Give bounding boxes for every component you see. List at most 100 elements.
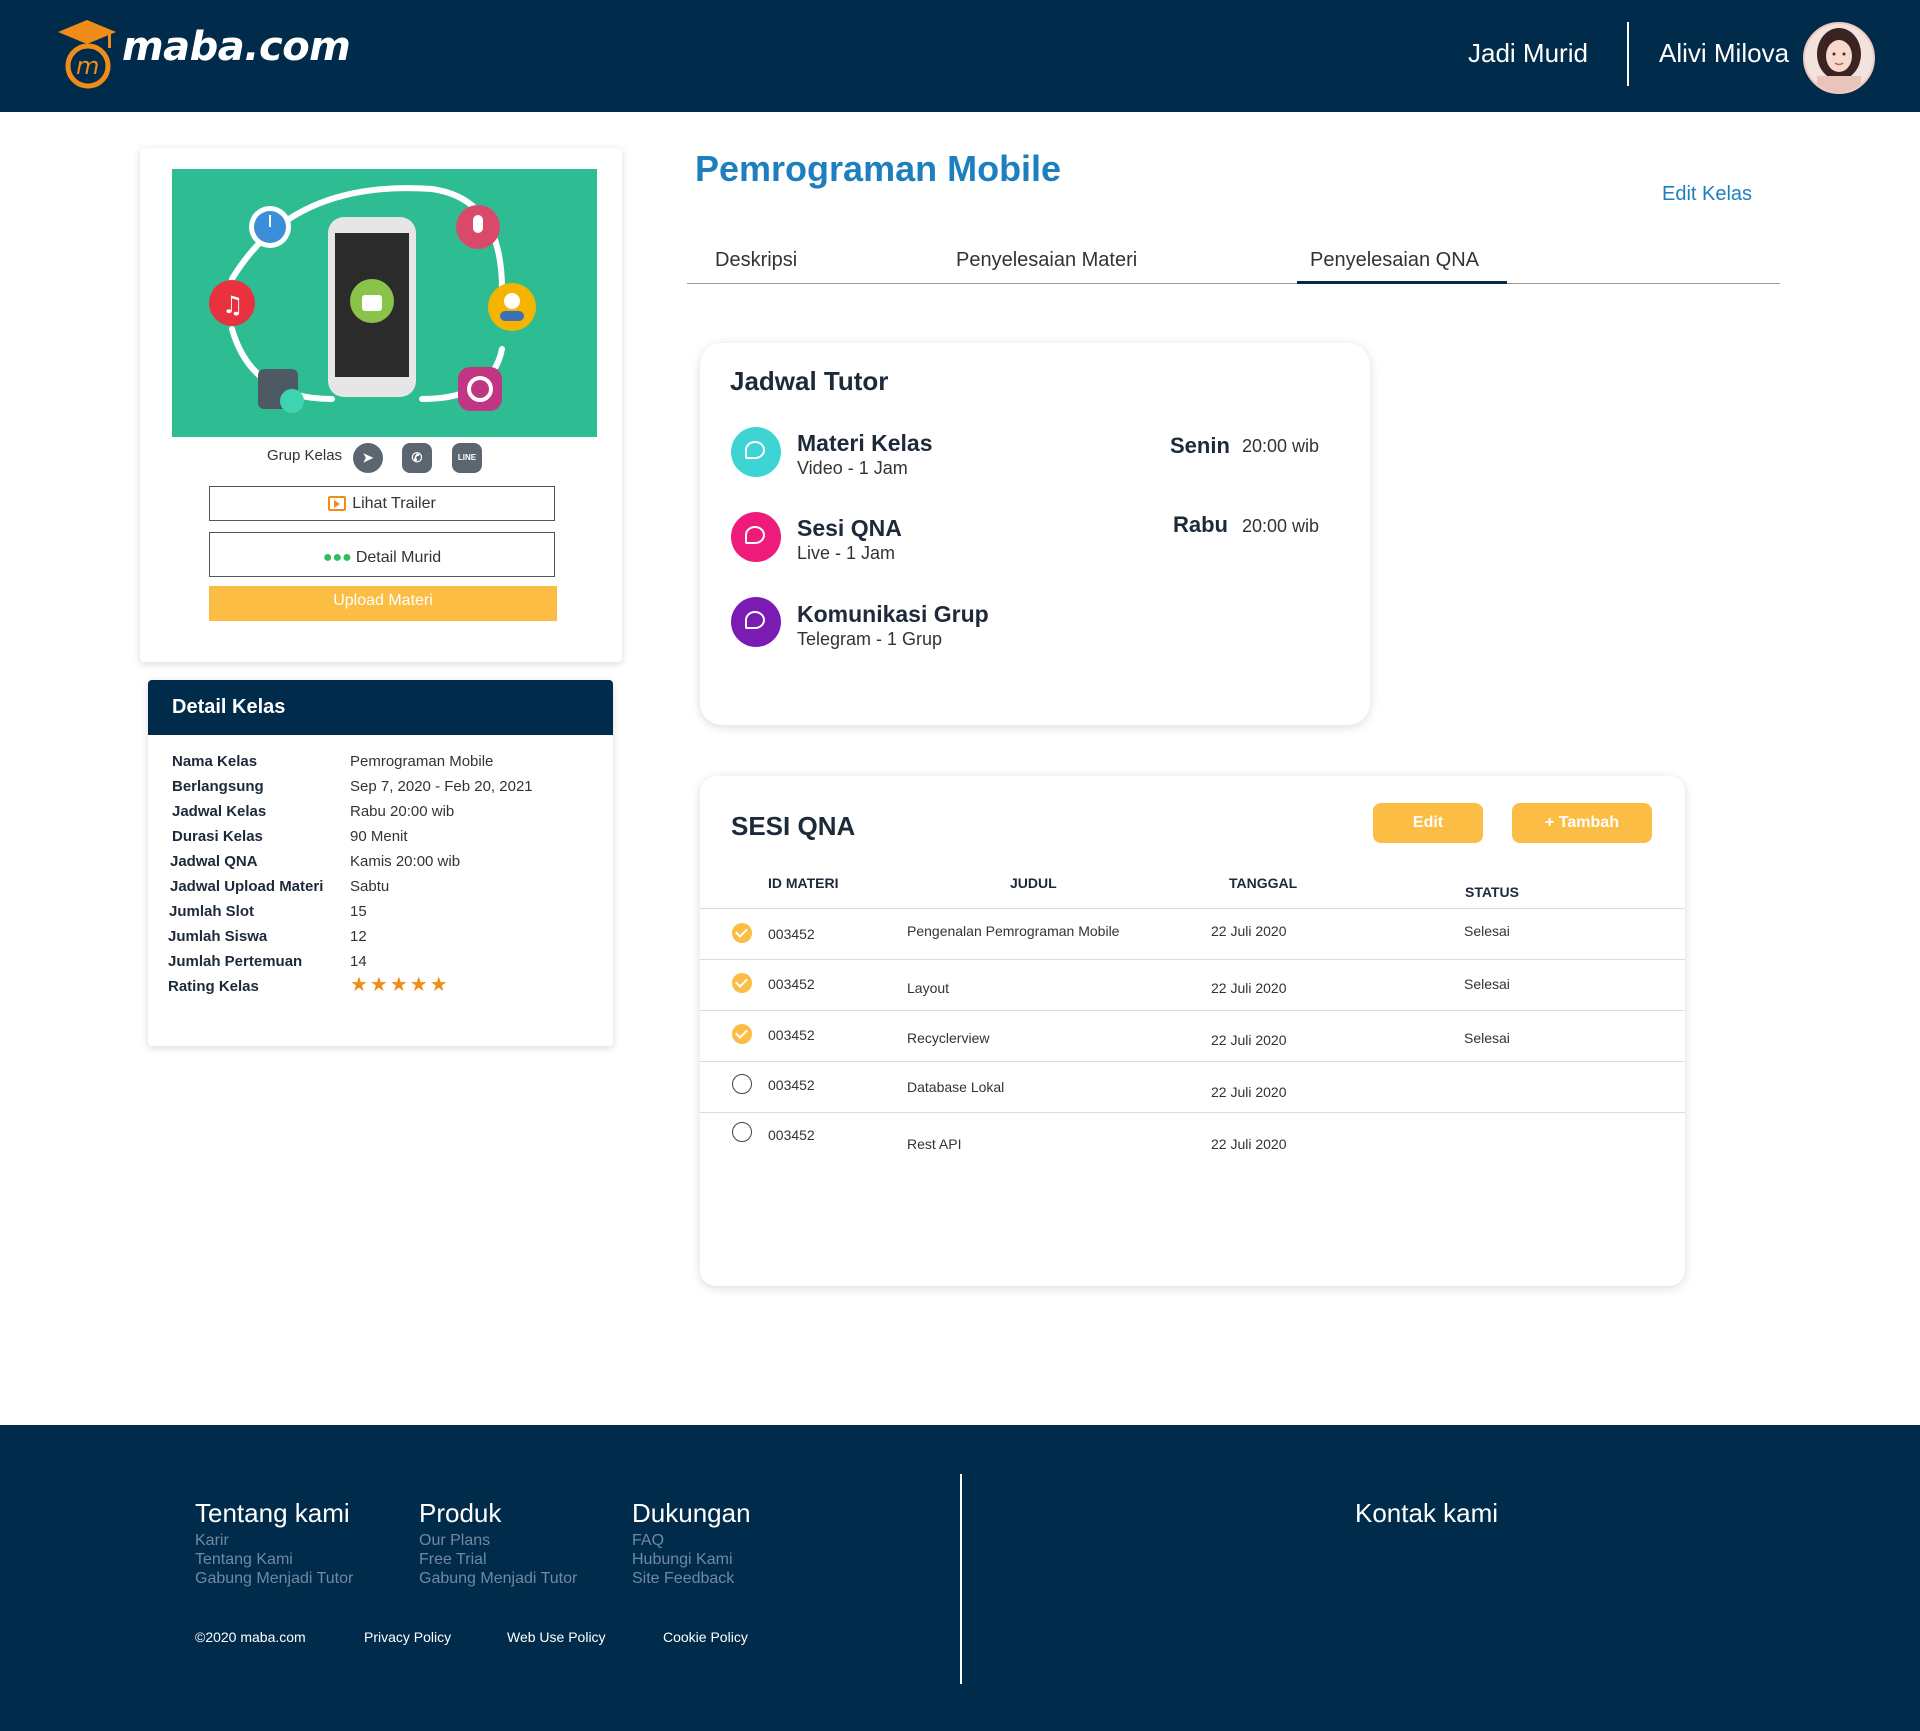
- column-header-status: STATUS: [1465, 884, 1519, 900]
- detail-label: Jumlah Slot: [169, 903, 255, 920]
- tab-deskripsi[interactable]: Deskripsi: [715, 249, 797, 272]
- schedule-name: Sesi QNA: [797, 515, 902, 541]
- telegram-icon[interactable]: ➤: [353, 443, 383, 473]
- row-divider: [700, 1010, 1685, 1011]
- detail-murid-label: Detail Murid: [355, 549, 442, 566]
- column-header-tanggal: TANGGAL: [1229, 875, 1298, 891]
- upload-materi-button[interactable]: Upload Materi: [209, 586, 557, 621]
- row-divider: [700, 1112, 1685, 1113]
- schedule-sub: Video - 1 Jam: [797, 458, 908, 478]
- tab-underline: [687, 283, 1780, 284]
- rating-stars: ★★★★★: [350, 974, 450, 996]
- schedule-sub: Live - 1 Jam: [797, 543, 896, 563]
- row-checkbox[interactable]: [732, 1074, 752, 1094]
- tambah-button[interactable]: + Tambah: [1512, 803, 1652, 843]
- row-checkbox[interactable]: [732, 973, 752, 993]
- schedule-time: 20:00 wib: [1242, 516, 1320, 536]
- table-cell-judul: Rest API: [907, 1136, 962, 1152]
- table-cell-id: 003452: [768, 926, 815, 942]
- schedule-time: 20:00 wib: [1242, 436, 1320, 456]
- footer-link[interactable]: Gabung Menjadi Tutor: [195, 1570, 353, 1588]
- class-banner-image: ♫: [172, 169, 597, 437]
- footer-produk-title: Produk: [419, 1498, 502, 1528]
- detail-label: Nama Kelas: [172, 753, 258, 770]
- table-cell-judul: Layout: [907, 980, 950, 996]
- row-divider: [700, 908, 1685, 909]
- table-cell-id: 003452: [768, 976, 815, 992]
- detail-label: Jadwal Kelas: [172, 803, 267, 820]
- table-cell-tanggal: 22 Juli 2020: [1211, 980, 1287, 996]
- detail-value: 15: [350, 903, 367, 920]
- column-header-id: ID MATERI: [768, 875, 839, 891]
- detail-label: Berlangsung: [172, 778, 264, 795]
- avatar[interactable]: [1803, 22, 1875, 94]
- schedule-sub: Telegram - 1 Grup: [797, 629, 943, 649]
- nav-jadi-murid[interactable]: Jadi Murid: [1468, 38, 1588, 69]
- footer-link[interactable]: Tentang Kami: [195, 1551, 293, 1569]
- table-cell-judul: Database Lokal: [907, 1079, 1005, 1095]
- tab-penyelesaian-materi[interactable]: Penyelesaian Materi: [956, 249, 1137, 272]
- table-cell-judul: Recyclerview: [907, 1030, 990, 1046]
- detail-value: Rabu 20:00 wib: [350, 803, 455, 820]
- tab-penyelesaian-qna[interactable]: Penyelesaian QNA: [1310, 249, 1479, 272]
- schedule-name: Materi Kelas: [797, 430, 933, 456]
- detail-label: Jadwal Upload Materi: [170, 878, 324, 895]
- table-cell-status: Selesai: [1464, 1030, 1510, 1046]
- table-cell-judul: Pengenalan Pemrograman Mobile: [907, 923, 1120, 939]
- table-cell-tanggal: 22 Juli 2020: [1211, 1032, 1287, 1048]
- footer-privacy-link[interactable]: Privacy Policy: [364, 1629, 451, 1645]
- footer-link[interactable]: Hubungi Kami: [632, 1551, 733, 1569]
- edit-button[interactable]: Edit: [1373, 803, 1483, 843]
- footer-cookie-link[interactable]: Cookie Policy: [663, 1629, 748, 1645]
- mobile-apps-illustration: ♫: [209, 185, 536, 413]
- footer-divider: [960, 1474, 962, 1684]
- users-icon: ●●●: [322, 549, 352, 566]
- detail-label: Jumlah Pertemuan: [168, 953, 303, 970]
- schedule-day: Senin: [1170, 433, 1230, 458]
- table-cell-id: 003452: [768, 1127, 815, 1143]
- whatsapp-icon[interactable]: ✆: [402, 443, 432, 473]
- row-checkbox[interactable]: [732, 1122, 752, 1142]
- detail-murid-button[interactable]: ●●● Detail Murid: [209, 532, 555, 577]
- footer-link[interactable]: Gabung Menjadi Tutor: [419, 1570, 577, 1588]
- header-divider: [1627, 22, 1629, 86]
- footer-link[interactable]: Karir: [195, 1532, 229, 1550]
- footer-link[interactable]: Site Feedback: [632, 1570, 734, 1588]
- table-cell-tanggal: 22 Juli 2020: [1211, 1136, 1287, 1152]
- detail-kelas-title: Detail Kelas: [172, 696, 286, 718]
- footer-copyright: ©2020 maba.com: [195, 1629, 306, 1645]
- detail-value: 14: [350, 953, 367, 970]
- logo-text[interactable]: maba.com: [122, 24, 351, 70]
- footer-link[interactable]: FAQ: [632, 1532, 664, 1550]
- detail-label: Jadwal QNA: [170, 853, 258, 870]
- footer-kontak-title: Kontak kami: [1355, 1498, 1499, 1528]
- schedule-name: Komunikasi Grup: [797, 601, 989, 627]
- detail-label: Rating Kelas: [168, 978, 259, 995]
- svg-text:♫: ♫: [222, 291, 244, 319]
- chat-icon: [731, 512, 781, 562]
- row-divider: [700, 959, 1685, 960]
- edit-kelas-link[interactable]: Edit Kelas: [1662, 183, 1752, 206]
- play-icon: [328, 496, 347, 512]
- schedule-day: Rabu: [1173, 512, 1228, 537]
- user-name[interactable]: Alivi Milova: [1659, 38, 1789, 69]
- jadwal-tutor-title: Jadwal Tutor: [730, 366, 889, 396]
- footer-tentang-title: Tentang kami: [195, 1498, 350, 1528]
- detail-value: 90 Menit: [350, 828, 408, 845]
- detail-label: Durasi Kelas: [172, 828, 263, 845]
- row-divider: [700, 1061, 1685, 1062]
- table-cell-status: Selesai: [1464, 976, 1510, 992]
- chat-icon: [731, 597, 781, 647]
- detail-value: Pemrograman Mobile: [350, 753, 494, 770]
- row-checkbox[interactable]: [732, 1024, 752, 1044]
- row-checkbox[interactable]: [732, 923, 752, 943]
- footer-web-use-link[interactable]: Web Use Policy: [507, 1629, 606, 1645]
- table-cell-tanggal: 22 Juli 2020: [1211, 923, 1287, 939]
- detail-value: Sep 7, 2020 - Feb 20, 2021: [350, 778, 533, 795]
- column-header-judul: JUDUL: [1010, 875, 1057, 891]
- footer-link[interactable]: Free Trial: [419, 1551, 487, 1569]
- footer-link[interactable]: Our Plans: [419, 1532, 490, 1550]
- page-title: Pemrograman Mobile: [695, 148, 1062, 189]
- lihat-trailer-button[interactable]: Lihat Trailer: [209, 486, 555, 521]
- line-icon[interactable]: LINE: [452, 443, 482, 473]
